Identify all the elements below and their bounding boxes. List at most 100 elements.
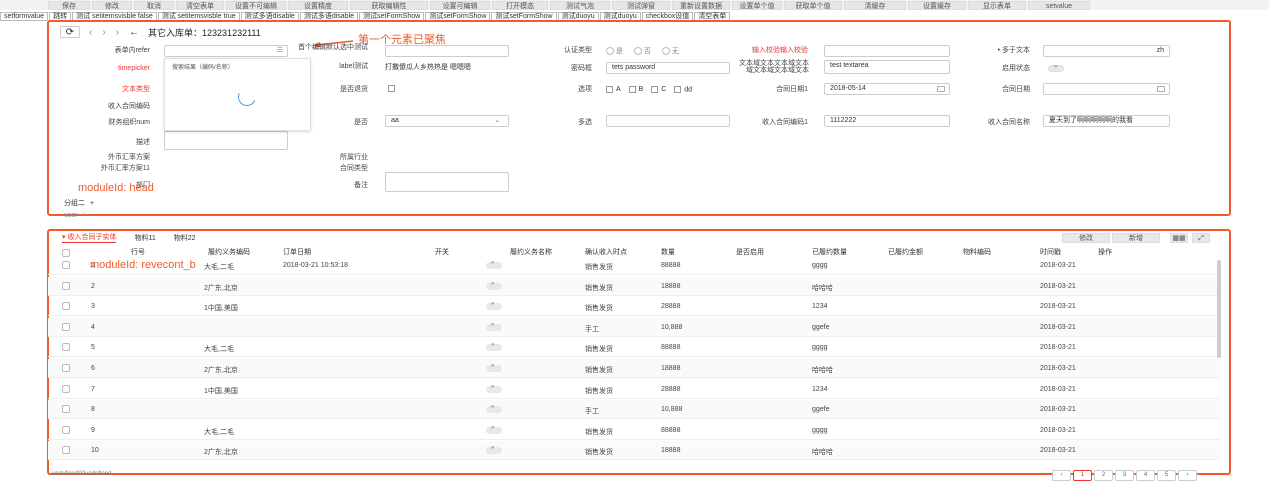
toolbar-button-13[interactable]: 获取单个值 — [784, 0, 842, 10]
row-checkbox[interactable] — [62, 384, 70, 393]
row-checkbox[interactable] — [62, 343, 70, 352]
table-row[interactable]: 3 1中国,美国 销售发货 28888 1234 2018-03-21 — [48, 297, 1220, 317]
option-a-checkbox[interactable] — [606, 86, 613, 93]
toolbar-button-12[interactable]: 设置单个值 — [732, 0, 782, 10]
test-button-0[interactable]: setformvalue — [0, 11, 49, 21]
row-switch-toggle[interactable] — [486, 404, 502, 414]
row-checkbox[interactable] — [62, 302, 70, 311]
expand-icon[interactable]: ⤢ — [1192, 233, 1210, 243]
toolbar-button-6[interactable]: 获取编辑性 — [350, 0, 428, 10]
plus-icon[interactable]: + — [83, 212, 87, 219]
radio-none[interactable] — [661, 47, 670, 55]
toolbar-button-10[interactable]: 测试弹窗 — [612, 0, 670, 10]
tab-material11[interactable]: 物料11 — [134, 234, 155, 243]
contract-date1-input[interactable]: 2018-05-14 — [824, 83, 950, 95]
yesno-select[interactable]: aa ⌄ — [385, 115, 509, 127]
back-arrow-icon[interactable]: ← — [129, 27, 139, 38]
refresh-button[interactable]: ⟳ — [60, 26, 80, 38]
toolbar-button-8[interactable]: 打开模态 — [492, 0, 548, 10]
table-row[interactable]: 9 大毛,二毛 销售发货 88888 gggg 2018-03-21 — [48, 421, 1220, 440]
refer-input[interactable]: ☰ — [164, 45, 288, 57]
toolbar-button-1[interactable]: 修改 — [92, 0, 132, 10]
row-checkbox[interactable] — [62, 364, 70, 372]
group-two-header[interactable]: 分组二 + — [64, 200, 94, 208]
remark-textarea[interactable] — [385, 172, 509, 192]
table-row[interactable]: 8 手工 10,888 ggefe 2018-03-21 — [48, 400, 1220, 420]
row-checkbox[interactable] — [62, 322, 70, 331]
row-checkbox[interactable] — [62, 425, 70, 434]
multi-select-input[interactable] — [606, 115, 730, 127]
page-button[interactable]: 5 — [1157, 470, 1176, 481]
tab-income-subentity[interactable]: ▾ 收入合同子实体 — [62, 233, 117, 243]
user-group-header[interactable]: user + — [64, 212, 87, 220]
row-switch-toggle[interactable] — [486, 425, 502, 434]
option-b-checkbox[interactable] — [628, 86, 636, 93]
table-row[interactable]: 6 2广东,北京 销售发货 18888 哈哈哈 2018-03-21 — [48, 359, 1220, 378]
row-switch-toggle[interactable] — [486, 384, 502, 393]
row-switch-toggle[interactable] — [486, 363, 502, 372]
cell-qty: 88888 — [661, 262, 681, 269]
page-button[interactable]: 1 — [1073, 470, 1092, 481]
row-checkbox[interactable] — [62, 405, 70, 414]
row-switch-toggle[interactable] — [486, 322, 502, 331]
row-switch-toggle[interactable] — [486, 342, 502, 352]
is-return-checkbox[interactable] — [388, 85, 395, 92]
option-dd-checkbox[interactable] — [674, 86, 682, 93]
table-row[interactable]: 10 2广东,北京 销售发货 18888 哈哈哈 2018-03-21 — [48, 441, 1220, 461]
first-edit-input[interactable] — [385, 45, 509, 57]
row-switch-toggle[interactable] — [486, 445, 502, 455]
toolbar-button-7[interactable]: 设置可编辑 — [430, 0, 490, 10]
toolbar-button-15[interactable]: 设置缓存 — [908, 0, 966, 10]
textarea-input[interactable]: test textarea — [824, 60, 950, 74]
table-row[interactable]: 7 1中国,美国 销售发货 28888 1234 2018-03-21 — [48, 380, 1220, 399]
radio-yes[interactable] — [606, 47, 614, 55]
toolbar-button-0[interactable]: 保存 — [48, 0, 90, 10]
page-button[interactable]: 4 — [1136, 470, 1155, 481]
toolbar-button-9[interactable]: 测试气泡 — [550, 0, 610, 10]
prev-icon[interactable]: ‹ — [89, 27, 92, 38]
last-icon[interactable]: › — [116, 27, 119, 38]
table-row[interactable]: 1 大毛,二毛 2018-03-21 10:53:18 销售发货 88888 gggg 20… — [48, 256, 1220, 275]
toolbar-button-16[interactable]: 显示表单 — [968, 0, 1026, 10]
multi-text-input[interactable]: zh — [1043, 45, 1170, 57]
toolbar-button-2[interactable]: 取消 — [134, 0, 174, 10]
page-button[interactable]: 3 — [1115, 470, 1134, 481]
toolbar-button-17[interactable]: setvalue — [1028, 0, 1090, 10]
table-scrollbar[interactable] — [1217, 260, 1221, 358]
next-icon[interactable]: › — [102, 27, 105, 38]
cell-qty: 28888 — [661, 303, 681, 311]
table-row[interactable]: 4 手工 10,888 ggefe 2018-03-21 — [48, 317, 1220, 337]
toolbar-button-11[interactable]: 重新设置数据 — [672, 0, 730, 10]
income-code1-input[interactable]: 1112222 — [824, 115, 950, 127]
add-row-button[interactable]: 新增 — [1112, 233, 1160, 243]
page-button[interactable]: ‹ — [1052, 470, 1071, 481]
page-button[interactable]: › — [1178, 470, 1197, 481]
row-checkbox[interactable] — [62, 446, 70, 455]
tab-material22[interactable]: 物料22 — [174, 234, 196, 243]
check-input[interactable] — [824, 45, 950, 57]
contract-date-input[interactable] — [1043, 83, 1170, 95]
edit-row-button[interactable]: 修改 — [1062, 233, 1110, 243]
desc-textarea[interactable] — [164, 131, 288, 150]
row-switch-toggle[interactable] — [486, 281, 502, 290]
radio-no[interactable] — [633, 47, 642, 55]
row-switch-toggle[interactable] — [486, 260, 502, 269]
toolbar-button-14[interactable]: 清缓存 — [844, 0, 906, 10]
row-checkbox[interactable] — [62, 281, 70, 290]
page-button[interactable]: 2 — [1094, 470, 1113, 481]
grid-view-icon[interactable]: ▦▦ — [1170, 233, 1188, 243]
table-row[interactable]: 2 2广东,北京 销售发货 18888 哈哈哈 2018-03-21 — [48, 276, 1220, 296]
income-name-input[interactable]: 夏天到了啊啊啊啊啊的我看 — [1043, 115, 1170, 127]
toolbar-button-4[interactable]: 设置不可编辑 — [226, 0, 286, 10]
enable-status-toggle[interactable] — [1048, 64, 1064, 72]
cell-ts: 2018-03-21 — [1040, 282, 1076, 290]
cell-no: 2 — [91, 282, 95, 290]
option-c-checkbox[interactable] — [651, 86, 659, 93]
row-switch-toggle[interactable] — [486, 301, 502, 311]
toolbar-button-5[interactable]: 设置精度 — [288, 0, 348, 10]
plus-icon[interactable]: + — [90, 200, 94, 207]
toolbar-button-3[interactable]: 清空表单 — [176, 0, 224, 10]
table-row[interactable]: 5 大毛,二毛 销售发货 88888 gggg 2018-03-21 — [48, 338, 1220, 358]
password-input[interactable]: tets password — [606, 62, 730, 74]
row-checkbox[interactable] — [62, 261, 70, 269]
